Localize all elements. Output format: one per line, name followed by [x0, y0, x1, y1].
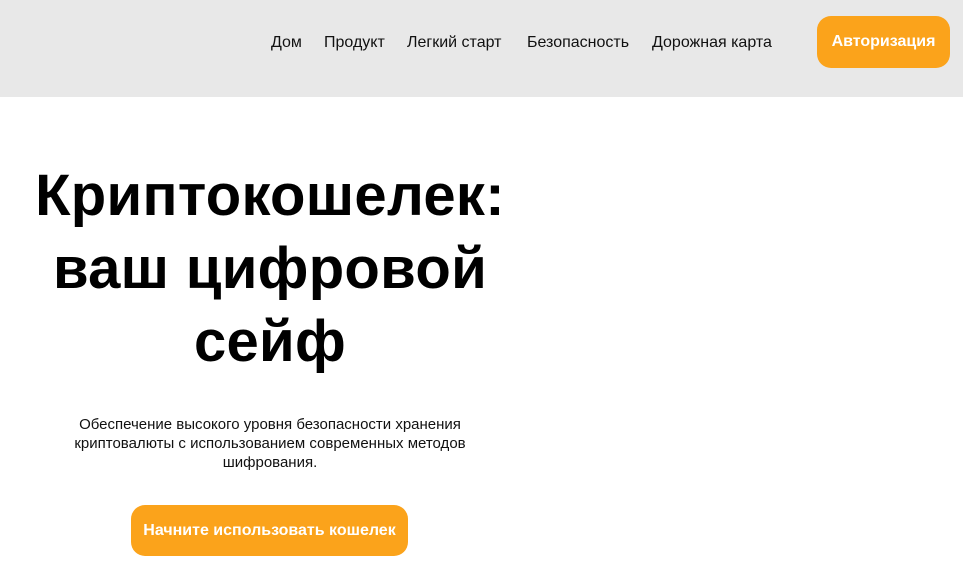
- nav-link-security[interactable]: Безопасность: [527, 31, 629, 55]
- nav-link-product[interactable]: Продукт: [324, 31, 385, 55]
- hero-title: Криптокошелек: ваш цифровой сейф: [35, 163, 505, 374]
- nav-link-easy-start[interactable]: Легкий старт: [407, 31, 501, 55]
- nav-link-roadmap[interactable]: Дорожная карта: [652, 31, 772, 55]
- nav-link-home[interactable]: Дом: [271, 31, 302, 55]
- login-button[interactable]: Авторизация: [817, 16, 950, 68]
- site-header: Дом Продукт Легкий старт Безопасность До…: [0, 0, 963, 97]
- hero-subtitle: Обеспечение высокого уровня безопасности…: [74, 416, 466, 471]
- hero-section: Криптокошелек: ваш цифровой сейф Обеспеч…: [0, 97, 963, 569]
- start-wallet-button[interactable]: Начните использовать кошелек: [131, 505, 408, 556]
